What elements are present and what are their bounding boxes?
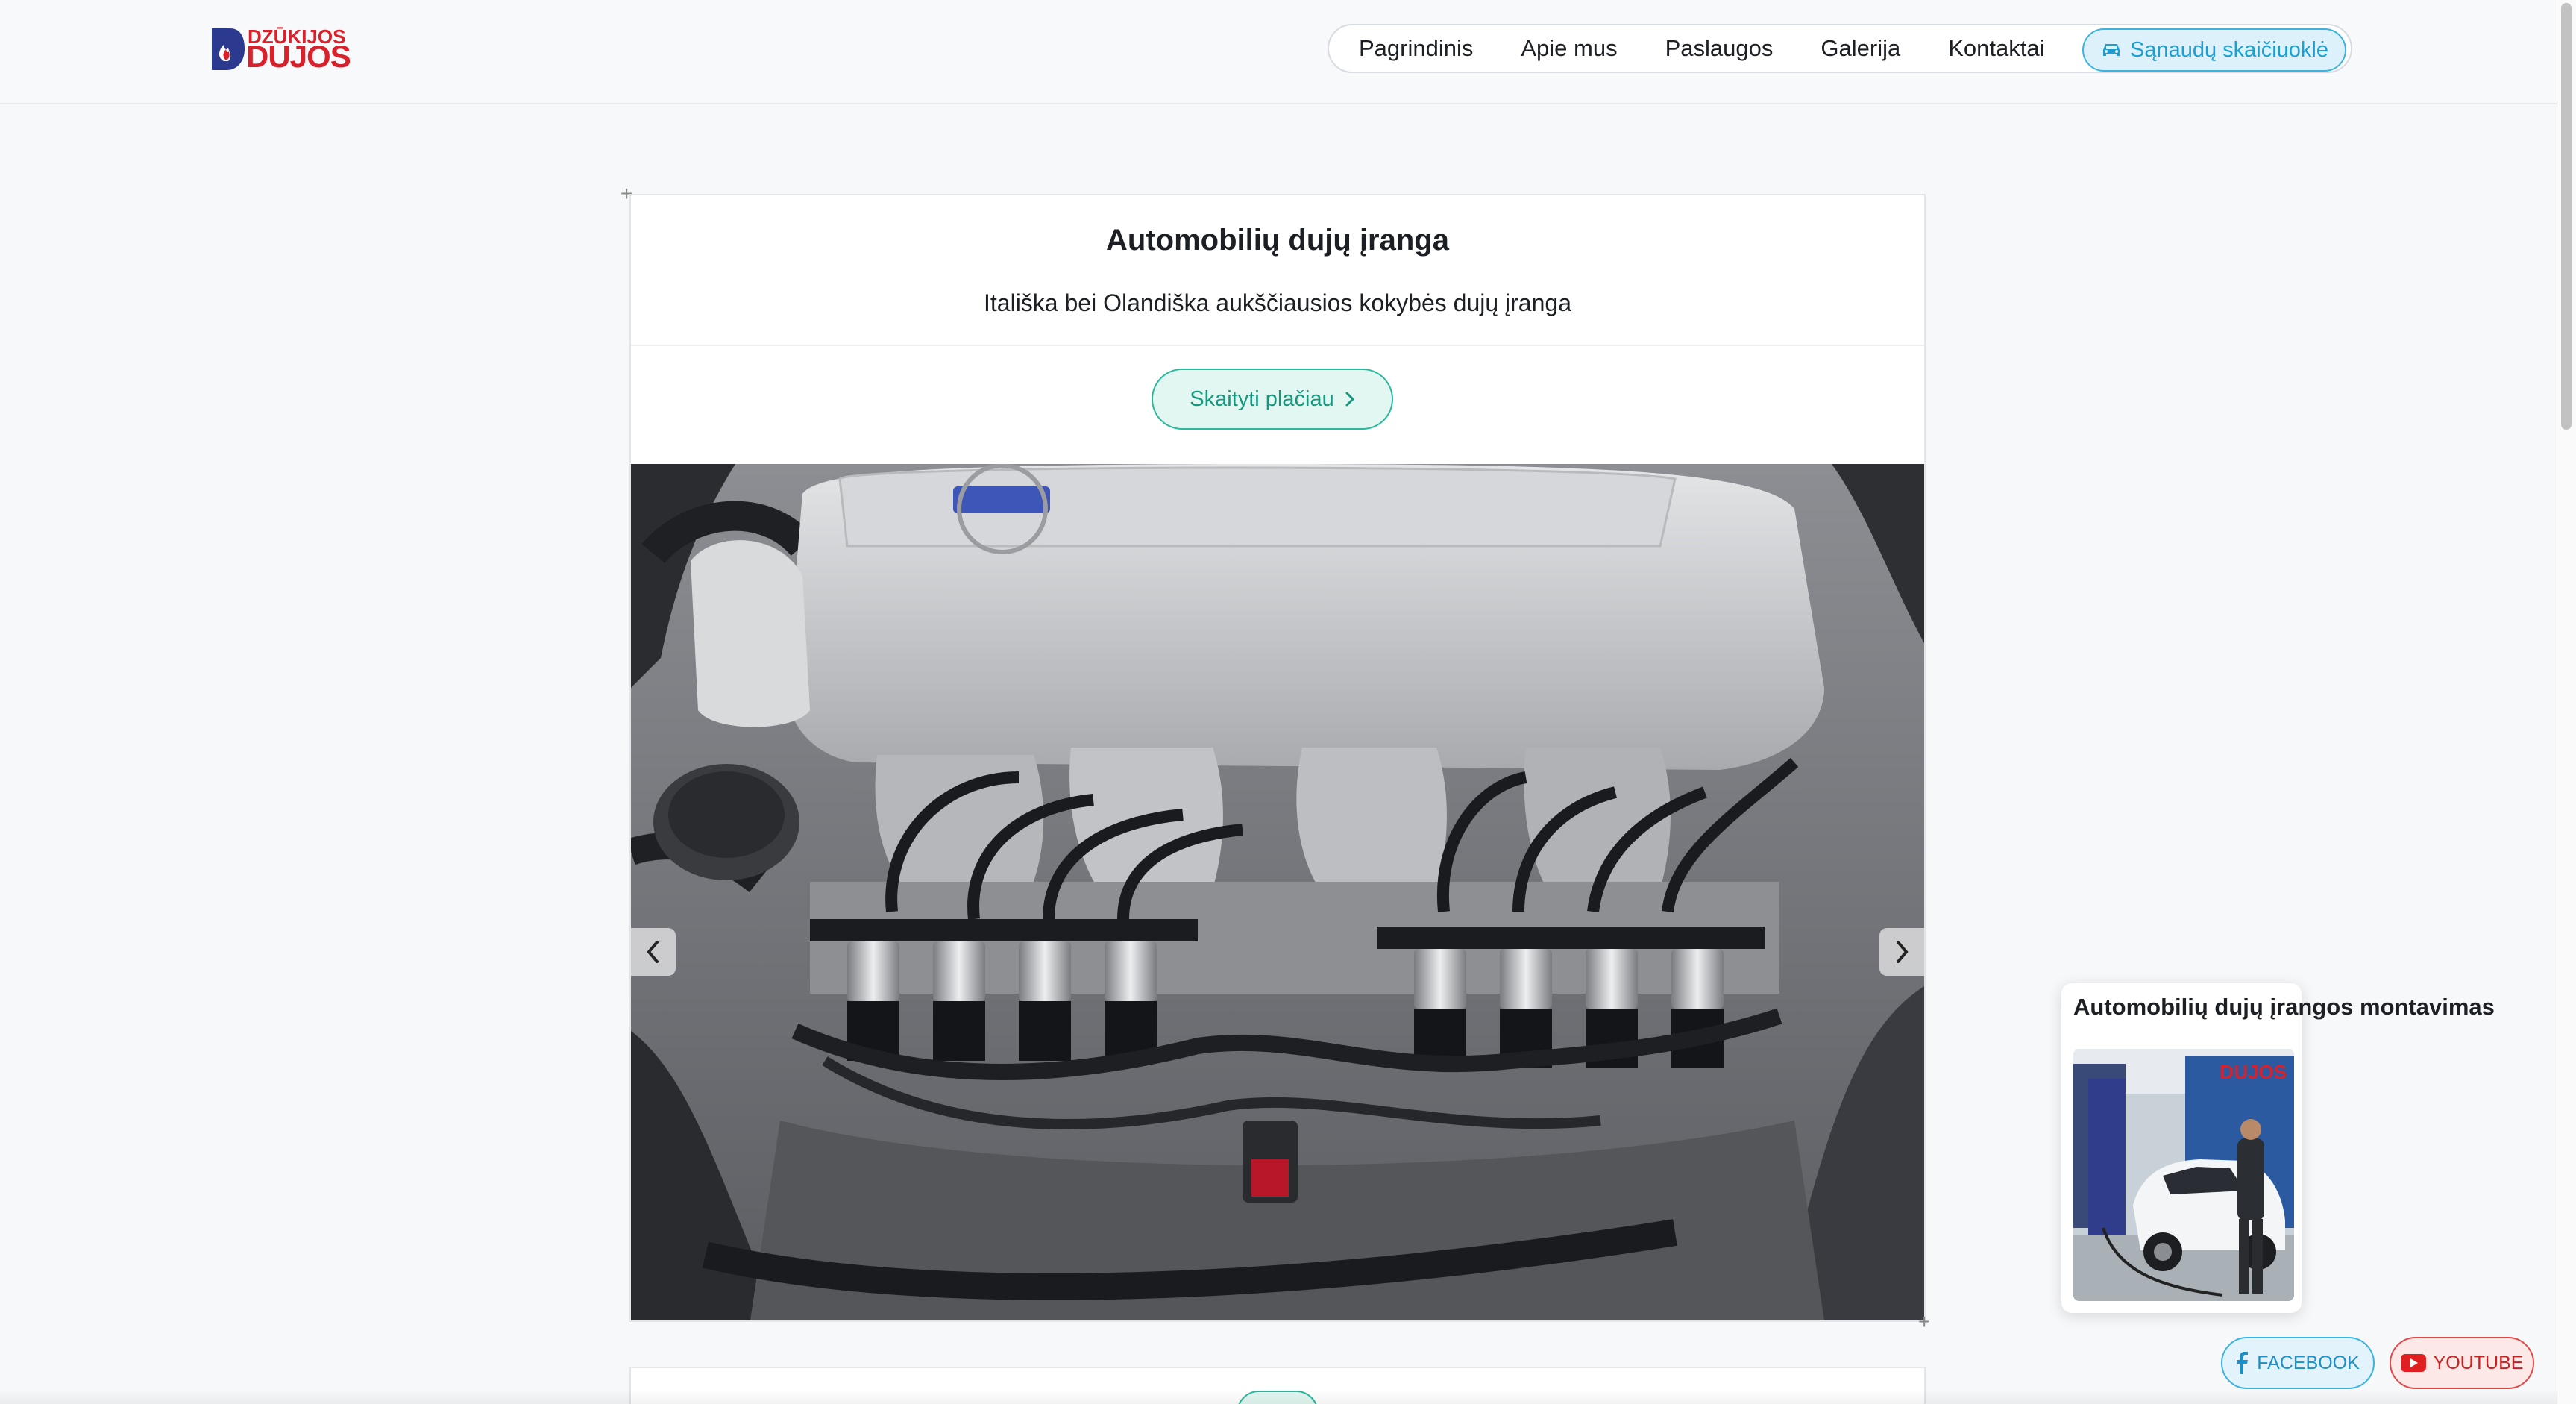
read-more-button[interactable]: Skaityti plačiau (1152, 369, 1393, 430)
scrollbar-thumb[interactable] (2561, 3, 2572, 430)
video-thumbnail[interactable]: DUJOS (2073, 1049, 2294, 1301)
logo-text-bottom: DUJOS (246, 39, 351, 74)
consumption-calculator-label: Sąnaudų skaičiuoklė (2129, 37, 2328, 62)
nav-item-kontaktai[interactable]: Kontaktai (1948, 35, 2044, 62)
video-thumb-logo: DUJOS (2220, 1061, 2287, 1083)
nav-item-galerija[interactable]: Galerija (1821, 35, 1900, 62)
flame-drop-icon (212, 28, 245, 70)
facebook-icon (2237, 1352, 2249, 1374)
carousel-next-button[interactable] (1879, 928, 1924, 976)
video-widget[interactable]: Automobilių dujų įrangos montavimas DUJO… (2061, 983, 2495, 1313)
page-scrollbar[interactable] (2557, 0, 2576, 1404)
video-widget-title: Automobilių dujų įrangos montavimas (2073, 994, 2495, 1020)
engine-gas-injectors-photo (631, 464, 1924, 1320)
nav-item-paslaugos[interactable]: Paslaugos (1665, 35, 1774, 62)
youtube-icon (2400, 1354, 2426, 1372)
service-card: Automobilių dujų įranga Itališka bei Ola… (629, 194, 1926, 1322)
consumption-calculator-button[interactable]: Sąnaudų skaičiuoklė (2082, 28, 2346, 72)
workshop-car-illustration (2073, 1049, 2294, 1301)
facebook-label: FACEBOOK (2257, 1352, 2360, 1373)
youtube-button[interactable]: YOUTUBE (2390, 1337, 2534, 1389)
read-more-label: Skaityti plačiau (1190, 386, 1334, 411)
card-subtitle: Itališka bei Olandiška aukščiausios koky… (984, 289, 1571, 316)
main-nav: Pagrindinis Apie mus Paslaugos Galerija … (1328, 24, 2352, 73)
nav-item-pagrindinis[interactable]: Pagrindinis (1359, 35, 1473, 62)
chevron-right-icon (1345, 392, 1354, 407)
car-icon (2102, 44, 2120, 56)
site-header: DZŪKIJOS DUJOS Pagrindinis Apie mus Pasl… (0, 0, 2557, 104)
bottom-fade (0, 1389, 2557, 1404)
corner-marker: + (1918, 1310, 1931, 1333)
card-title: Automobilių dujų įranga (1106, 224, 1449, 257)
youtube-label: YOUTUBE (2433, 1352, 2524, 1373)
facebook-button[interactable]: FACEBOOK (2221, 1337, 2375, 1389)
site-logo[interactable]: DZŪKIJOS DUJOS (207, 24, 351, 73)
engine-photo-illustration (631, 464, 1924, 1320)
chevron-left-icon (647, 941, 659, 963)
card-divider (631, 345, 1924, 346)
nav-item-apie-mus[interactable]: Apie mus (1521, 35, 1617, 62)
chevron-right-icon (1897, 941, 1909, 963)
carousel-prev-button[interactable] (631, 928, 676, 976)
